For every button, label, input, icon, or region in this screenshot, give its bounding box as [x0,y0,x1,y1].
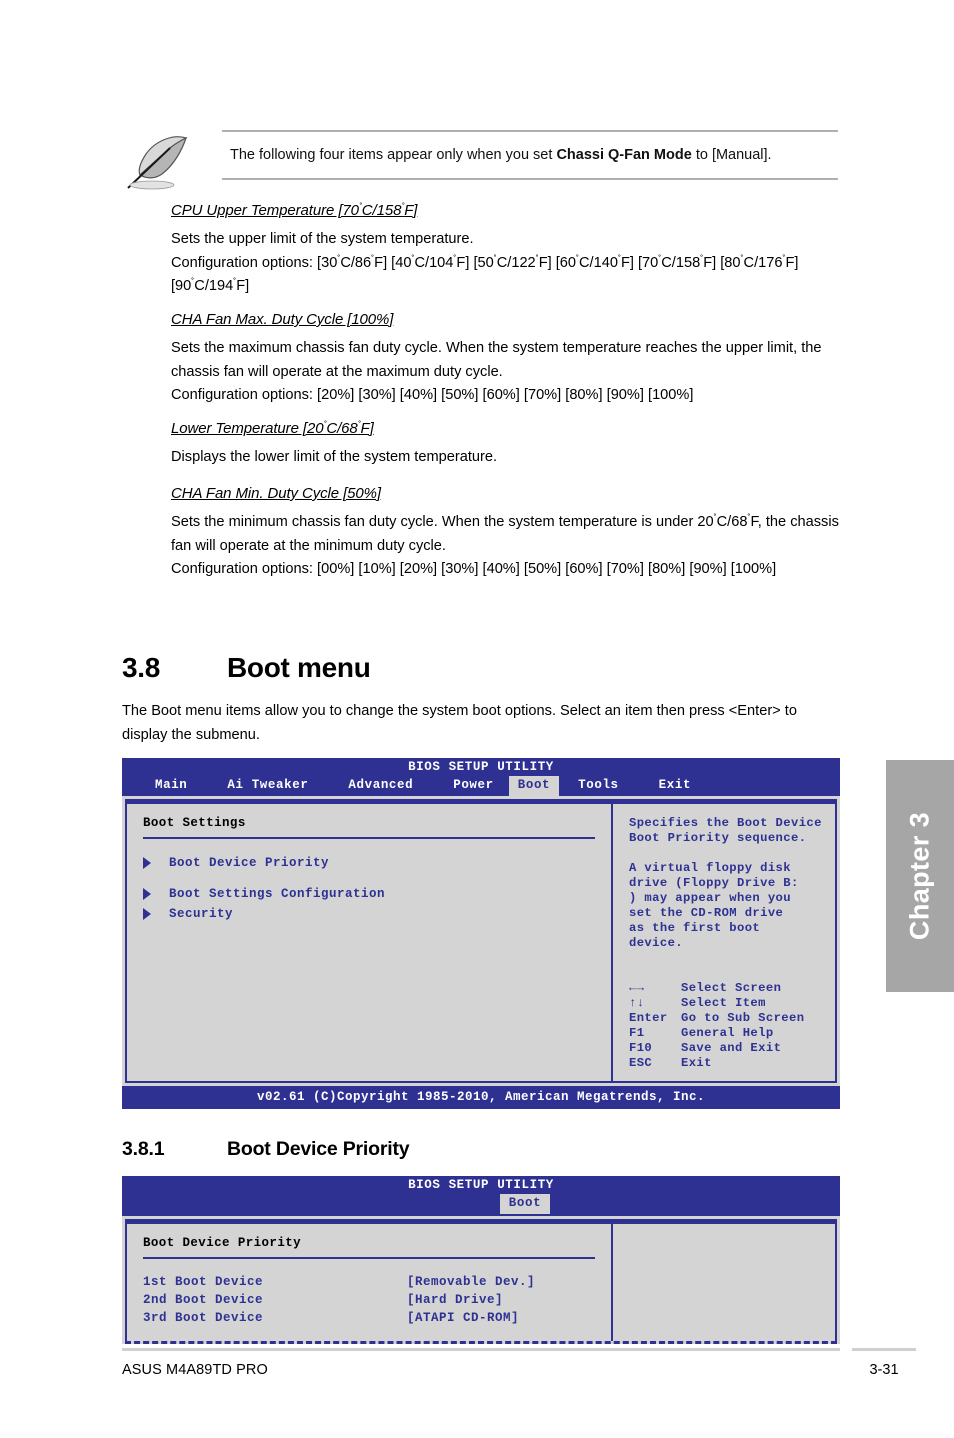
section-cpu-upper-temperature: CPU Upper Temperature [70˚C/158˚F] Sets … [171,202,847,299]
triangle-right-icon [143,857,151,869]
key-legend-row: ←→ Select Screen [629,981,835,996]
key-description: Select Item [681,996,766,1010]
section-lower-temperature: Lower Temperature [20˚C/68˚F] Displays t… [171,420,847,470]
bios-menu-bar: Main Ai Tweaker Advanced Power Boot Tool… [122,776,840,796]
section-title: CHA Fan Min. Duty Cycle [50%] [171,485,381,502]
option-value: [Hard Drive] [407,1293,504,1307]
bios-option-row-1st-boot-device[interactable]: 1st Boot Device [Removable Dev.] [143,1273,595,1291]
bios-header: BIOS SETUP UTILITY Boot [122,1176,840,1216]
note-text: The following four items appear only whe… [222,132,838,178]
bios-menu-item-label: Boot Settings Configuration [169,887,386,901]
heading-title: Boot menu [227,652,371,683]
key-label: ESC [629,1056,653,1070]
key-legend-row: ↑↓ Select Item [629,996,835,1011]
key-label: Enter [629,1011,668,1025]
bios-help-text-secondary: A virtual floppy disk drive (Floppy Driv… [629,861,799,950]
bios-title: BIOS SETUP UTILITY [408,760,554,774]
bios-tab-tools[interactable]: Tools [569,776,628,796]
key-description: Exit [681,1056,712,1070]
section-paragraph: Sets the minimum chassis fan duty cycle.… [171,513,839,578]
option-label: 2nd Boot Device [143,1293,264,1307]
footer-product-name: ASUS M4A89TD PRO [122,1362,268,1378]
bios-tab-advanced[interactable]: Advanced [339,776,422,796]
note-text-before: The following four items appear only whe… [230,147,557,163]
bios-screenshot-boot-device-priority: BIOS SETUP UTILITY Boot Boot Device Prio… [122,1176,840,1344]
option-label: 1st Boot Device [143,1275,264,1289]
section-title: CPU Upper Temperature [70˚C/158˚F] [171,202,418,219]
bios-tab-power[interactable]: Power [444,776,503,796]
heading-title: Boot Device Priority [227,1138,410,1160]
key-description: Go to Sub Screen [681,1011,805,1025]
bios-help-panel: Specifies the Boot Device Boot Priority … [613,804,835,1081]
bios-menu-bar: Boot [122,1194,840,1214]
key-legend-row: F1 General Help [629,1026,835,1041]
bios-key-legend: ←→ Select Screen ↑↓ Select Item Enter Go… [629,981,835,1071]
note-body: The following four items appear only whe… [222,130,838,180]
option-value: [ATAPI CD-ROM] [407,1311,520,1325]
section-cha-fan-max-duty-cycle: CHA Fan Max. Duty Cycle [100%] Sets the … [171,311,847,408]
key-description: Select Screen [681,981,782,995]
option-value: [Removable Dev.] [407,1275,536,1289]
document-page: The following four items appear only whe… [0,0,954,1438]
bios-menu-item-label: Security [169,907,234,921]
page-heading-3-8-1: 3.8.1 Boot Device Priority [122,1138,410,1161]
bios-help-panel [613,1224,835,1341]
bios-option-row-3rd-boot-device[interactable]: 3rd Boot Device [ATAPI CD-ROM] [143,1309,595,1327]
bios-body-truncated: Boot Device Priority 1st Boot Device [Re… [125,1219,837,1344]
bios-settings-panel: Boot Device Priority 1st Boot Device [Re… [127,1224,613,1341]
footer-page-number: 3-31 [869,1362,899,1378]
key-legend-row: ESC Exit [629,1056,835,1071]
triangle-right-icon [143,908,151,920]
bios-option-row-2nd-boot-device[interactable]: 2nd Boot Device [Hard Drive] [143,1291,595,1309]
note-text-after: to [Manual]. [691,147,772,163]
section-title: Lower Temperature [20˚C/68˚F] [171,420,374,437]
key-label: F1 [629,1026,645,1040]
bios-tab-boot[interactable]: Boot [508,776,560,796]
heading-number: 3.8.1 [122,1138,165,1160]
bios-menu-item-label: Boot Device Priority [169,856,330,870]
triangle-right-icon [143,888,151,900]
chapter-tab-label: Chapter 3 [904,811,935,941]
bios-menu-item-security[interactable]: Security [143,904,595,924]
bios-menu-item-boot-settings-configuration[interactable]: Boot Settings Configuration [143,884,595,904]
bios-title: BIOS SETUP UTILITY [408,1178,554,1192]
bios-tab-exit[interactable]: Exit [650,776,700,796]
key-legend-row: F10 Save and Exit [629,1041,835,1056]
section-cha-fan-min-duty-cycle: CHA Fan Min. Duty Cycle [50%] Sets the m… [171,485,847,582]
bios-tab-main[interactable]: Main [146,776,196,796]
bios-screenshot-boot-menu: BIOS SETUP UTILITY Main Ai Tweaker Advan… [122,758,840,1109]
bios-body: Boot Settings Boot Device Priority Boot … [125,799,837,1083]
bios-panel-heading: Boot Settings [143,816,246,830]
bios-footer-copyright: v02.61 (C)Copyright 1985-2010, American … [122,1086,840,1109]
option-label: 3rd Boot Device [143,1311,264,1325]
section-title: CHA Fan Max. Duty Cycle [100%] [171,311,394,328]
section-paragraph: Displays the lower limit of the system t… [171,449,498,465]
section-paragraph: Sets the maximum chassis fan duty cycle.… [171,340,822,403]
bios-menu-item-boot-device-priority[interactable]: Boot Device Priority [143,853,595,873]
chapter-tab: Chapter 3 [886,760,954,992]
bios-header: BIOS SETUP UTILITY Main Ai Tweaker Advan… [122,758,840,796]
page-heading-3-8: 3.8 Boot menu [122,652,371,684]
footer-rule-left [122,1348,840,1351]
bios-tab-boot[interactable]: Boot [499,1194,551,1214]
key-label: ←→ [629,981,645,995]
feather-pen-icon [126,132,198,192]
bios-tab-ai-tweaker[interactable]: Ai Tweaker [218,776,317,796]
note-callout: The following four items appear only whe… [122,130,838,192]
key-description: Save and Exit [681,1041,782,1055]
key-legend-row: Enter Go to Sub Screen [629,1011,835,1026]
panel-divider [143,837,595,839]
footer-rule-right [852,1348,916,1351]
panel-divider [143,1257,595,1259]
key-description: General Help [681,1026,774,1040]
note-text-bold: Chassi Q-Fan Mode [556,147,692,163]
bios-help-text-primary: Specifies the Boot Device Boot Priority … [629,816,822,845]
key-label: F10 [629,1041,653,1055]
intro-paragraph: The Boot menu items allow you to change … [122,703,797,743]
section-paragraph: Sets the upper limit of the system tempe… [171,231,799,294]
key-label: ↑↓ [629,996,645,1010]
heading-number: 3.8 [122,652,161,683]
bios-panel-heading: Boot Device Priority [143,1236,302,1250]
bios-settings-panel: Boot Settings Boot Device Priority Boot … [127,804,613,1081]
